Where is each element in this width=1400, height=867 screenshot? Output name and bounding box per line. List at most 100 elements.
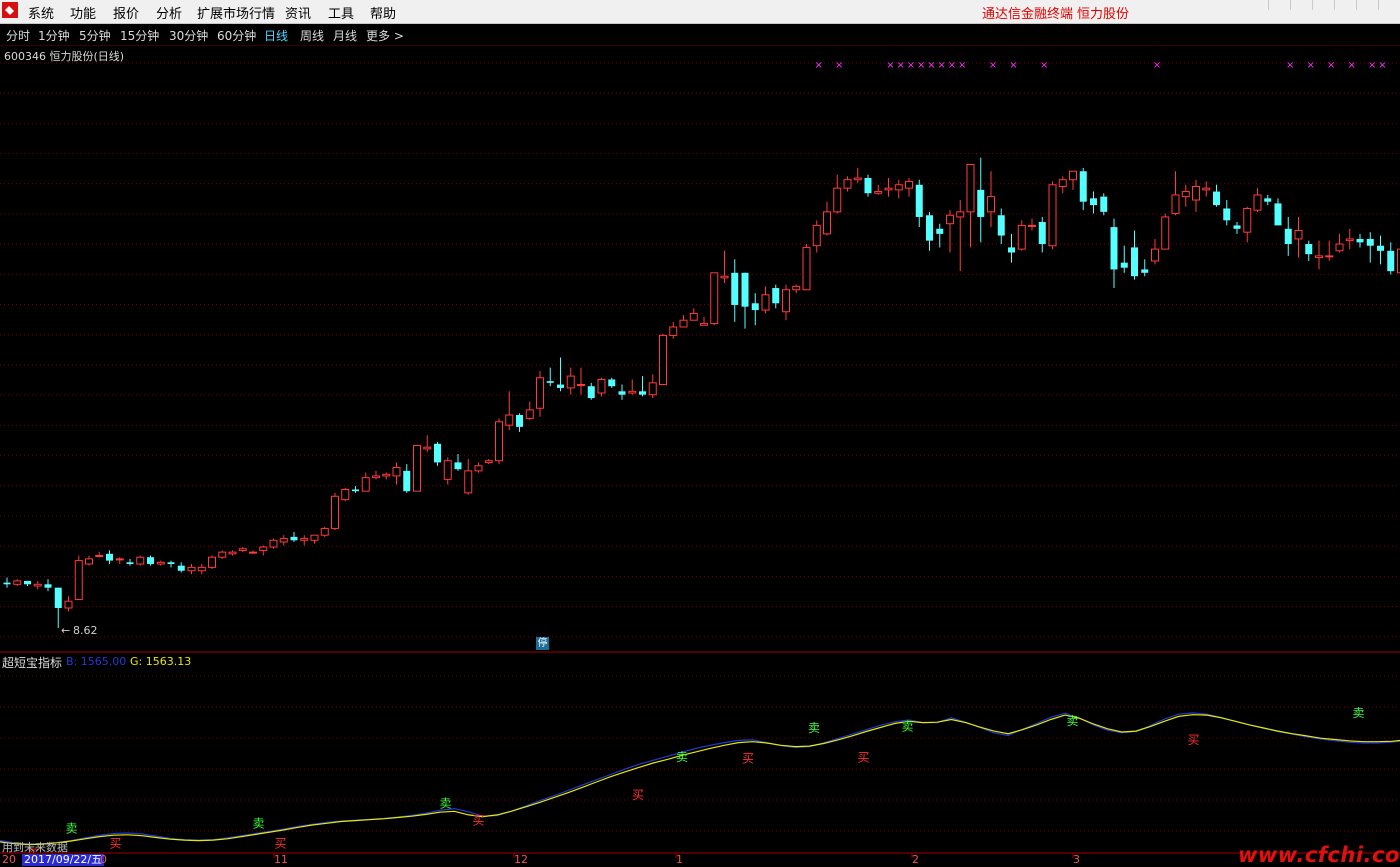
candle-body xyxy=(1387,251,1394,271)
candle-body xyxy=(24,581,31,584)
candle-body xyxy=(4,583,11,585)
candle-body xyxy=(444,461,451,480)
candle-body xyxy=(1285,229,1292,244)
candle-body xyxy=(1316,256,1323,258)
buy-signal-label: 买 xyxy=(472,813,484,827)
candle-body xyxy=(188,567,195,570)
candle-body xyxy=(393,467,400,475)
candle-body xyxy=(1111,227,1118,269)
candle-body xyxy=(75,561,82,600)
candle-body xyxy=(1059,180,1066,187)
candle-body xyxy=(865,178,872,193)
month-label: 11 xyxy=(274,854,288,866)
buy-signal-label: 买 xyxy=(742,751,754,765)
low-price-label: 8.62 xyxy=(73,624,98,637)
candle-body xyxy=(291,537,298,540)
candle-body xyxy=(660,335,667,384)
candle-body xyxy=(198,567,205,570)
signal-marker: × xyxy=(1368,60,1376,71)
signal-marker: × xyxy=(886,60,894,71)
candle-body xyxy=(834,188,841,212)
candle-body xyxy=(1049,185,1056,246)
candle-body xyxy=(1305,244,1312,254)
candle-body xyxy=(403,471,410,491)
candle-body xyxy=(783,290,790,312)
candle-body xyxy=(260,547,267,550)
candle-body xyxy=(1070,171,1077,179)
buy-signal-label: 买 xyxy=(109,836,121,850)
candle-body xyxy=(1152,249,1159,261)
candle-body xyxy=(608,379,615,386)
candle-body xyxy=(619,391,626,394)
candle-body xyxy=(588,386,595,398)
candle-body xyxy=(96,556,103,557)
candle-body xyxy=(127,562,134,564)
candle-body xyxy=(988,197,995,212)
candle-body xyxy=(895,185,902,190)
candle-body xyxy=(875,192,882,194)
signal-marker: × xyxy=(1040,60,1048,71)
candle-body xyxy=(55,588,62,608)
candle-body xyxy=(1377,246,1384,251)
indicator-name[interactable]: 超短宝指标 xyxy=(2,654,62,671)
candle-body xyxy=(1039,222,1046,244)
candle-body xyxy=(967,164,974,211)
candle-body xyxy=(1182,192,1189,197)
signal-marker: × xyxy=(917,60,925,71)
candle-body xyxy=(352,489,359,491)
candle-body xyxy=(1131,247,1138,276)
candle-body xyxy=(711,273,718,324)
candle-body xyxy=(157,562,164,564)
candle-body xyxy=(45,584,52,587)
candle-body xyxy=(526,410,533,418)
sell-signal-label: 卖 xyxy=(1066,714,1078,728)
sell-signal-label: 卖 xyxy=(252,817,264,831)
candle-body xyxy=(137,557,144,564)
candle-body xyxy=(824,212,831,234)
candle-body xyxy=(34,584,41,586)
date-left-label: 20 xyxy=(2,854,16,866)
kline-chart[interactable]: ××××××××××××××××××××××××××××××××××××××××… xyxy=(0,0,1400,866)
candle-body xyxy=(168,562,175,564)
candle-body xyxy=(639,391,646,394)
sell-signal-label: 卖 xyxy=(808,721,820,735)
candle-body xyxy=(998,215,1005,235)
candle-body xyxy=(321,528,328,535)
signal-marker: × xyxy=(958,60,966,71)
candle-body xyxy=(926,215,933,240)
month-label: 12 xyxy=(514,854,528,866)
candle-body xyxy=(1090,198,1097,205)
candle-body xyxy=(567,376,574,388)
candle-body xyxy=(1213,192,1220,206)
candle-body xyxy=(86,559,93,564)
trading-halt-badge[interactable]: 停 xyxy=(536,637,549,650)
candle-body xyxy=(1244,208,1251,232)
buy-signal-label: 买 xyxy=(857,750,869,764)
candle-body xyxy=(465,471,472,493)
candle-body xyxy=(250,552,257,553)
low-price-arrow: ← xyxy=(61,624,70,637)
candle-body xyxy=(280,539,287,542)
candle-body xyxy=(1367,239,1374,246)
candle-body xyxy=(690,313,697,320)
candle-body xyxy=(506,415,513,425)
candle-body xyxy=(311,535,318,540)
candle-body xyxy=(772,288,779,303)
candle-body xyxy=(701,324,708,326)
month-label: 2 xyxy=(912,854,919,866)
candle-body xyxy=(1121,263,1128,268)
candle-body xyxy=(475,466,482,471)
month-ticks xyxy=(100,853,1073,858)
candle-body xyxy=(1080,171,1087,201)
candle-body xyxy=(1223,208,1230,220)
candle-body xyxy=(1346,239,1353,241)
candle-body xyxy=(270,540,277,547)
candle-body xyxy=(424,447,431,449)
candle-body xyxy=(1326,256,1333,257)
candle-body xyxy=(516,415,523,427)
candle-body xyxy=(116,559,123,560)
candle-body xyxy=(209,557,216,567)
signal-marker: × xyxy=(927,60,935,71)
candle-body xyxy=(455,462,462,469)
indicator-panel-grid xyxy=(0,676,1400,831)
